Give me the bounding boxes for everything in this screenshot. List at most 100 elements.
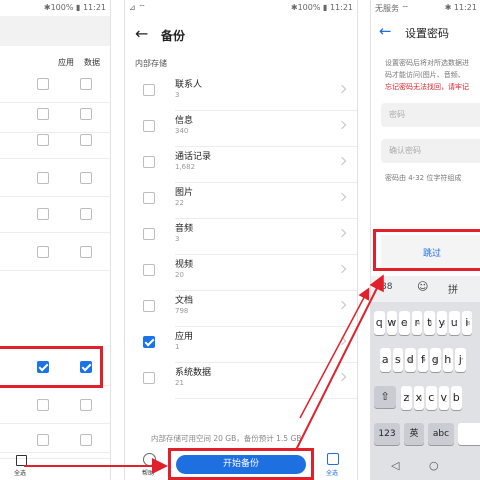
backup-item-checkbox[interactable]	[143, 336, 155, 348]
select-all-icon[interactable]	[16, 455, 27, 466]
key-u[interactable]: 7u	[449, 311, 460, 335]
backup-item-checkbox[interactable]	[143, 228, 155, 240]
data-checkbox[interactable]	[80, 134, 92, 146]
help-label[interactable]: 帮助	[142, 468, 154, 477]
backup-item[interactable]: 通话记录 1,682	[125, 148, 357, 184]
backup-item[interactable]: 视频 20	[125, 256, 357, 292]
kb-grid-icon[interactable]: 88	[381, 282, 392, 292]
key-w[interactable]: 2w	[386, 311, 397, 335]
confirm-password-input[interactable]: 确认密码	[381, 139, 480, 163]
back-arrow-icon[interactable]: ←	[379, 22, 392, 40]
key-123[interactable]: 123	[374, 423, 400, 445]
chevron-right-icon	[337, 156, 347, 166]
key-i[interactable]: 8i	[461, 311, 472, 335]
highlight-start-backup	[168, 448, 314, 480]
key-lang[interactable]: 英	[404, 423, 424, 445]
row-divider	[175, 290, 357, 291]
space-key[interactable]	[458, 423, 480, 445]
key-z[interactable]: (z	[401, 386, 412, 410]
key-s[interactable]: ! s	[392, 348, 403, 372]
backup-item-checkbox[interactable]	[143, 372, 155, 384]
status-right: ✱ 11:21	[444, 3, 477, 12]
backup-item-checkbox[interactable]	[143, 84, 155, 96]
key-abc-label: abc	[432, 429, 450, 439]
kb-pinyin-icon[interactable]: 拼	[448, 281, 458, 296]
app-checkbox[interactable]	[37, 246, 49, 258]
key-y[interactable]: 6y	[436, 311, 447, 335]
backup-item-checkbox[interactable]	[143, 264, 155, 276]
key-secondary: !	[398, 358, 401, 364]
key-secondary: @	[408, 358, 414, 364]
row-divider	[175, 254, 357, 255]
status-bar: 无服务 ⌔ ✱ 11:21	[371, 0, 480, 16]
data-checkbox[interactable]	[80, 434, 92, 446]
data-checkbox[interactable]	[80, 246, 92, 258]
app-checkbox[interactable]	[37, 134, 49, 146]
select-all-label[interactable]: 全选	[326, 468, 338, 477]
app-checkbox[interactable]	[37, 434, 49, 446]
data-checkbox[interactable]	[80, 172, 92, 184]
backup-item-checkbox[interactable]	[143, 120, 155, 132]
keyboard-toolbar: 88 ☺ 拼	[371, 276, 480, 302]
chevron-right-icon	[337, 372, 347, 382]
backup-item-checkbox[interactable]	[143, 192, 155, 204]
backup-item-checkbox[interactable]	[143, 300, 155, 312]
key-g[interactable]: % g	[430, 348, 441, 372]
app-checkbox[interactable]	[37, 108, 49, 120]
backup-item[interactable]: 音频 3	[125, 220, 357, 256]
backup-item-count: 20	[175, 271, 184, 279]
backup-item-name: 通话记录	[175, 152, 212, 162]
select-all-icon[interactable]	[327, 453, 339, 465]
row-divider	[175, 182, 357, 183]
key-j[interactable]: " j	[455, 348, 466, 372]
backup-item[interactable]: 图片 22	[125, 184, 357, 220]
backup-item[interactable]: 联系人 3	[125, 76, 357, 112]
backup-item[interactable]: 应用 1	[125, 328, 357, 364]
status-bar: ✱100% ▮ 11:21	[0, 0, 110, 16]
key-b[interactable]: :b	[451, 386, 462, 410]
password-input[interactable]: 密码	[381, 103, 480, 127]
key-x[interactable]: ) x	[413, 386, 424, 410]
key-secondary: 8	[466, 321, 470, 327]
key-e[interactable]: 3e	[399, 311, 410, 335]
page-title: 备份	[161, 29, 186, 43]
status-left: 无服务 ⌔	[375, 4, 410, 13]
backup-item[interactable]: 文档 798	[125, 292, 357, 328]
key-d[interactable]: @ d	[405, 348, 416, 372]
key-a[interactable]: ~ a	[380, 348, 391, 372]
shift-key[interactable]: ⇧	[374, 386, 396, 408]
key-q[interactable]: 1q	[374, 311, 385, 335]
key-f[interactable]: # f	[417, 348, 428, 372]
app-checkbox[interactable]	[37, 172, 49, 184]
select-all-label[interactable]: 全选	[14, 468, 26, 477]
backup-item-name: 音频	[175, 224, 194, 234]
key-c[interactable]: -c	[426, 386, 437, 410]
data-checkbox[interactable]	[80, 399, 92, 411]
row-divider	[175, 110, 357, 111]
key-v[interactable]: _ v	[438, 386, 449, 410]
backup-item[interactable]: 系统数据 21	[125, 364, 357, 400]
backup-item-count: 3	[175, 235, 180, 243]
data-checkbox[interactable]	[80, 108, 92, 120]
column-header-data: 数据	[84, 58, 100, 67]
key-t[interactable]: 5t	[424, 311, 435, 335]
backup-item-count: 1	[175, 343, 180, 351]
back-arrow-icon[interactable]: ←	[135, 24, 148, 43]
kb-emoji-icon[interactable]: ☺	[417, 280, 428, 293]
backup-item-checkbox[interactable]	[143, 156, 155, 168]
key-abc[interactable]: abc	[428, 423, 454, 445]
key-r[interactable]: 4r	[411, 311, 422, 335]
backup-item[interactable]: 信息 340	[125, 112, 357, 148]
app-checkbox[interactable]	[37, 399, 49, 411]
backup-item-count: 21	[175, 379, 184, 387]
data-checkbox[interactable]	[80, 78, 92, 90]
app-checkbox[interactable]	[37, 78, 49, 90]
help-icon[interactable]	[143, 453, 156, 466]
nav-home-icon[interactable]: ○	[429, 459, 439, 472]
key-secondary: -	[432, 396, 435, 402]
key-secondary: %	[433, 358, 439, 364]
nav-back-icon[interactable]: ◁	[391, 459, 399, 472]
key-h[interactable]: " h	[442, 348, 453, 372]
data-checkbox[interactable]	[80, 208, 92, 220]
app-checkbox[interactable]	[37, 208, 49, 220]
